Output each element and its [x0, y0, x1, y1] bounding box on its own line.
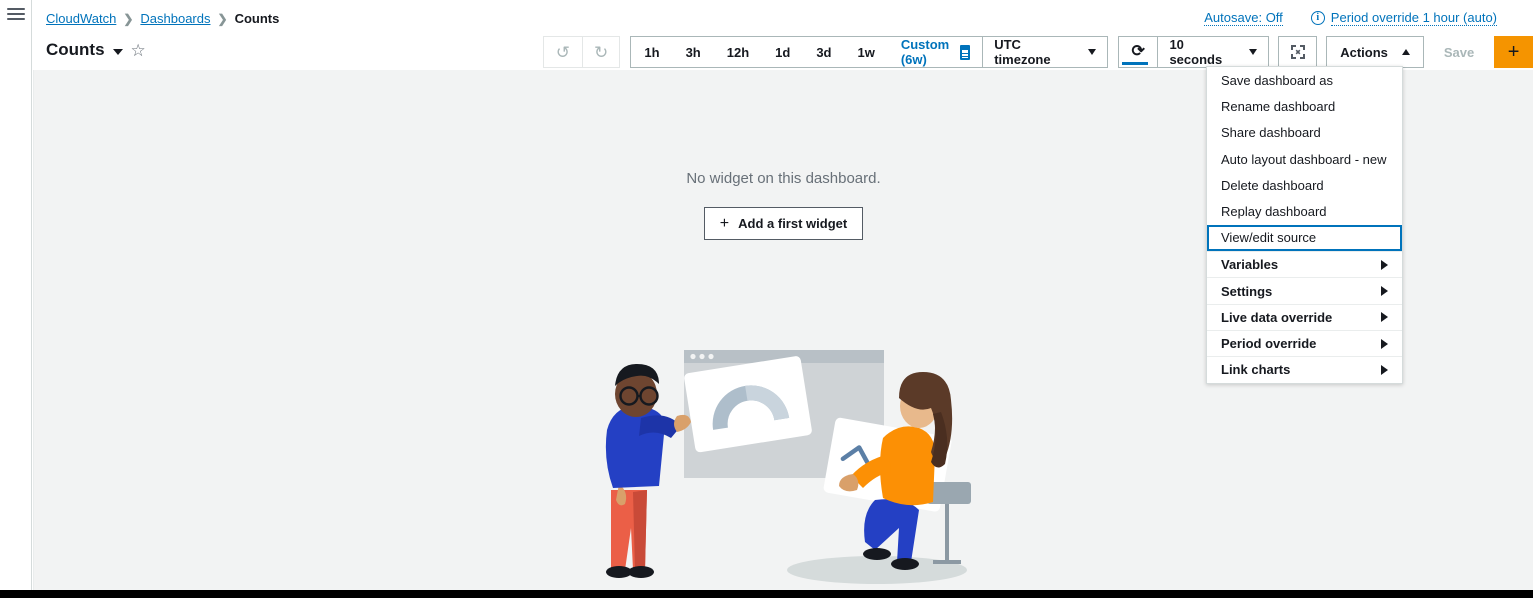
chevron-down-icon — [1249, 49, 1258, 55]
menu-item-rename-dashboard[interactable]: Rename dashboard — [1207, 93, 1402, 119]
range-12h[interactable]: 12h — [714, 37, 762, 67]
menu-item-label: Link charts — [1221, 362, 1291, 378]
breadcrumb-separator-icon: ❯ — [123, 11, 134, 26]
dashboard-toolbar: ↺ ↺ 1h 3h 12h 1d 3d 1w Custom (6w) UTC t… — [543, 36, 1533, 68]
header-right-group: Autosave: Off i Period override 1 hour (… — [1204, 10, 1497, 26]
add-first-widget-label: Add a first widget — [738, 216, 848, 231]
actions-dropdown-menu: Save dashboard as Rename dashboard Share… — [1206, 66, 1403, 384]
chevron-down-icon[interactable] — [112, 48, 123, 55]
calendar-icon[interactable] — [960, 44, 971, 60]
star-outline-icon[interactable]: ☆ — [131, 42, 146, 59]
menu-item-share-dashboard[interactable]: Share dashboard — [1207, 120, 1402, 146]
bottom-strip — [0, 590, 1533, 598]
plus-icon: + — [719, 215, 730, 232]
menu-item-delete-dashboard[interactable]: Delete dashboard — [1207, 172, 1402, 198]
hamburger-line — [7, 13, 25, 15]
period-override-label[interactable]: Period override 1 hour (auto) — [1330, 10, 1497, 26]
refresh-interval-select[interactable]: 10 seconds — [1158, 36, 1270, 68]
timezone-value: UTC timezone — [994, 37, 1051, 67]
range-1h[interactable]: 1h — [631, 37, 672, 67]
menu-item-period-override[interactable]: Period override — [1207, 329, 1402, 356]
add-first-widget-button[interactable]: + Add a first widget — [703, 207, 864, 240]
breadcrumb-separator-icon: ❯ — [217, 11, 228, 26]
breadcrumb: CloudWatch ❯ Dashboards ❯ Counts — [46, 11, 279, 26]
refresh-button[interactable]: ⟳ — [1117, 36, 1159, 68]
undo-icon: ↺ — [555, 42, 570, 62]
menu-item-auto-layout-dashboard[interactable]: Auto layout dashboard - new — [1207, 146, 1402, 172]
range-1w[interactable]: 1w — [844, 37, 887, 67]
refresh-interval-value: 10 seconds — [1169, 37, 1223, 67]
redo-button[interactable]: ↺ — [581, 36, 621, 68]
left-navigation-rail — [0, 0, 32, 590]
chevron-down-icon — [1087, 49, 1096, 55]
hamburger-line — [7, 8, 25, 10]
range-1d[interactable]: 1d — [762, 37, 803, 67]
refresh-progress-indicator — [1121, 62, 1148, 65]
fullscreen-button[interactable] — [1278, 36, 1318, 68]
actions-label: Actions — [1340, 44, 1388, 60]
menu-item-variables[interactable]: Variables — [1207, 251, 1402, 277]
dashboard-title-row: Counts ☆ — [46, 40, 146, 60]
range-custom[interactable]: Custom (6w) — [888, 37, 960, 67]
chevron-right-icon — [1381, 286, 1388, 297]
chevron-right-icon — [1381, 364, 1388, 375]
period-override-note[interactable]: i Period override 1 hour (auto) — [1310, 10, 1497, 26]
hamburger-menu-icon[interactable] — [7, 8, 25, 23]
refresh-icon: ⟳ — [1131, 43, 1145, 60]
range-3h[interactable]: 3h — [673, 37, 714, 67]
fullscreen-icon — [1290, 45, 1305, 59]
breadcrumb-item-cloudwatch[interactable]: CloudWatch — [46, 11, 116, 26]
autosave-status[interactable]: Autosave: Off — [1204, 10, 1283, 26]
redo-icon: ↺ — [593, 42, 609, 62]
menu-item-save-dashboard-as[interactable]: Save dashboard as — [1207, 67, 1402, 93]
save-button[interactable]: Save — [1428, 36, 1490, 68]
info-icon: i — [1310, 11, 1325, 25]
page-title: Counts — [46, 40, 105, 59]
page-header: CloudWatch ❯ Dashboards ❯ Counts Autosav… — [33, 0, 1533, 36]
menu-item-live-data-override[interactable]: Live data override — [1207, 303, 1402, 330]
chevron-right-icon — [1381, 259, 1388, 270]
breadcrumb-item-dashboards[interactable]: Dashboards — [140, 11, 210, 26]
menu-item-label: Settings — [1221, 283, 1273, 299]
range-3d[interactable]: 3d — [803, 37, 844, 67]
timezone-select[interactable]: UTC timezone — [983, 36, 1108, 68]
menu-item-label: Period override — [1221, 336, 1317, 352]
chevron-up-icon — [1401, 49, 1410, 55]
empty-dashboard-illustration — [605, 350, 971, 584]
menu-item-label: Variables — [1221, 257, 1279, 273]
undo-button[interactable]: ↺ — [543, 36, 582, 68]
breadcrumb-item-counts: Counts — [234, 11, 280, 26]
menu-item-settings[interactable]: Settings — [1207, 277, 1402, 303]
menu-item-replay-dashboard[interactable]: Replay dashboard — [1207, 198, 1402, 224]
menu-item-label: Live data override — [1221, 309, 1333, 325]
menu-item-link-charts[interactable]: Link charts — [1207, 356, 1402, 382]
actions-button[interactable]: Actions — [1326, 36, 1424, 68]
chevron-right-icon — [1381, 338, 1388, 349]
menu-item-view-edit-source[interactable]: View/edit source — [1207, 224, 1402, 252]
cloudwatch-dashboard-page: CloudWatch ❯ Dashboards ❯ Counts Autosav… — [0, 0, 1533, 598]
chevron-right-icon — [1381, 312, 1388, 323]
time-range-group: 1h 3h 12h 1d 3d 1w Custom (6w) — [630, 36, 984, 68]
add-widget-button[interactable]: + — [1494, 36, 1533, 68]
hamburger-line — [7, 18, 25, 20]
